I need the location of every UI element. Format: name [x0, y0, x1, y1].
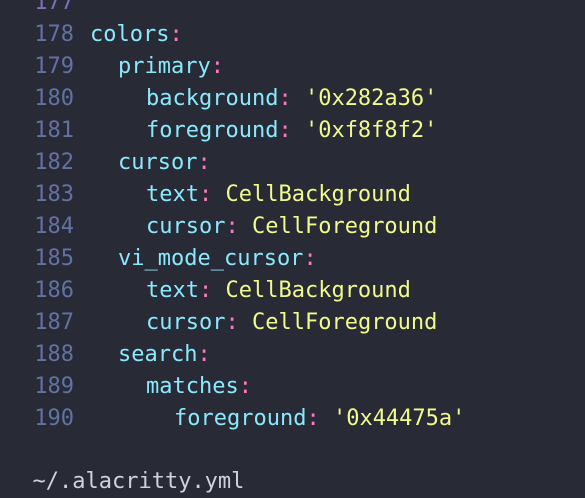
line-content: primary:	[90, 51, 224, 83]
yaml-value: CellForeground	[251, 310, 438, 335]
line-number: 180	[34, 86, 74, 111]
status-bar: ~/.alacritty.yml	[0, 434, 585, 494]
yaml-value: CellForeground	[251, 214, 438, 239]
yaml-colon: :	[197, 150, 211, 175]
line-number: 182	[34, 150, 74, 175]
yaml-key: cursor	[146, 310, 226, 335]
code-line[interactable]: 180 background: '0x282a36'	[0, 83, 585, 115]
yaml-key: matches	[146, 374, 239, 399]
yaml-colon: :	[198, 182, 213, 207]
line-content: foreground: '0xf8f8f2'	[90, 115, 437, 147]
line-number: 184	[34, 214, 74, 239]
yaml-colon: :	[225, 310, 239, 335]
yaml-colon: :	[198, 278, 213, 303]
line-number: 185	[34, 246, 74, 271]
code-editor[interactable]: 177 178 colors: 179 primary: 180 background: '…	[0, 0, 585, 434]
line-number: 189	[34, 374, 74, 399]
code-line[interactable]: 187 cursor: CellForeground	[0, 307, 585, 339]
line-number: 177	[34, 0, 74, 15]
code-line[interactable]: 183 text: CellBackground	[0, 179, 585, 211]
line-number: 190	[34, 406, 74, 431]
code-line[interactable]: 190 foreground: '0x44475a'	[0, 403, 585, 434]
line-content: background: '0x282a36'	[90, 83, 437, 115]
yaml-colon: :	[278, 118, 292, 143]
yaml-key: cursor	[146, 214, 226, 239]
line-content: cursor: CellForeground	[90, 307, 437, 339]
code-line[interactable]: 182 cursor:	[0, 147, 585, 179]
line-number: 188	[34, 342, 74, 367]
line-content: vi_mode_cursor:	[90, 243, 317, 275]
yaml-key: vi_mode_cursor	[118, 246, 304, 271]
yaml-value: CellBackground	[225, 278, 411, 303]
yaml-colon: :	[238, 374, 252, 399]
yaml-value: '0x282a36'	[304, 86, 438, 111]
status-filename: ~/.alacritty.yml	[32, 469, 245, 494]
line-content: search:	[90, 339, 211, 371]
line-content: text: CellBackground	[90, 179, 411, 211]
code-line[interactable]: 189 matches:	[0, 371, 585, 403]
line-number: 179	[34, 54, 74, 79]
yaml-key: primary	[118, 54, 211, 79]
code-line[interactable]: 178 colors:	[0, 19, 585, 51]
yaml-key: text	[146, 278, 199, 303]
yaml-key: search	[118, 342, 198, 367]
code-line[interactable]: 184 cursor: CellForeground	[0, 211, 585, 243]
line-number: 187	[34, 310, 74, 335]
line-content: cursor: CellForeground	[90, 211, 437, 243]
code-line[interactable]: 177	[0, 0, 585, 19]
code-line[interactable]: 185 vi_mode_cursor:	[0, 243, 585, 275]
yaml-colon: :	[225, 214, 239, 239]
line-number: 181	[34, 118, 74, 143]
code-line[interactable]: 181 foreground: '0xf8f8f2'	[0, 115, 585, 147]
yaml-colon: :	[169, 22, 183, 47]
yaml-key: colors	[90, 22, 170, 47]
line-content: text: CellBackground	[90, 275, 411, 307]
yaml-key: cursor	[118, 150, 198, 175]
yaml-colon: :	[303, 246, 317, 271]
yaml-colon: :	[210, 54, 224, 79]
line-content: foreground: '0x44475a'	[90, 403, 465, 434]
yaml-colon: :	[278, 86, 292, 111]
line-content: matches:	[90, 371, 252, 403]
yaml-key: foreground	[146, 118, 279, 143]
yaml-value: '0x44475a'	[332, 406, 466, 431]
line-content: cursor:	[90, 147, 211, 179]
yaml-key: foreground	[174, 406, 307, 431]
yaml-colon: :	[197, 342, 211, 367]
line-content: colors:	[90, 19, 183, 51]
line-number: 183	[34, 182, 74, 207]
line-number: 178	[34, 22, 74, 47]
yaml-value: '0xf8f8f2'	[304, 118, 438, 143]
yaml-key: background	[146, 86, 279, 111]
code-line[interactable]: 186 text: CellBackground	[0, 275, 585, 307]
code-line[interactable]: 179 primary:	[0, 51, 585, 83]
yaml-colon: :	[306, 406, 320, 431]
line-number: 186	[34, 278, 74, 303]
yaml-key: text	[146, 182, 199, 207]
code-line[interactable]: 188 search:	[0, 339, 585, 371]
yaml-value: CellBackground	[225, 182, 411, 207]
